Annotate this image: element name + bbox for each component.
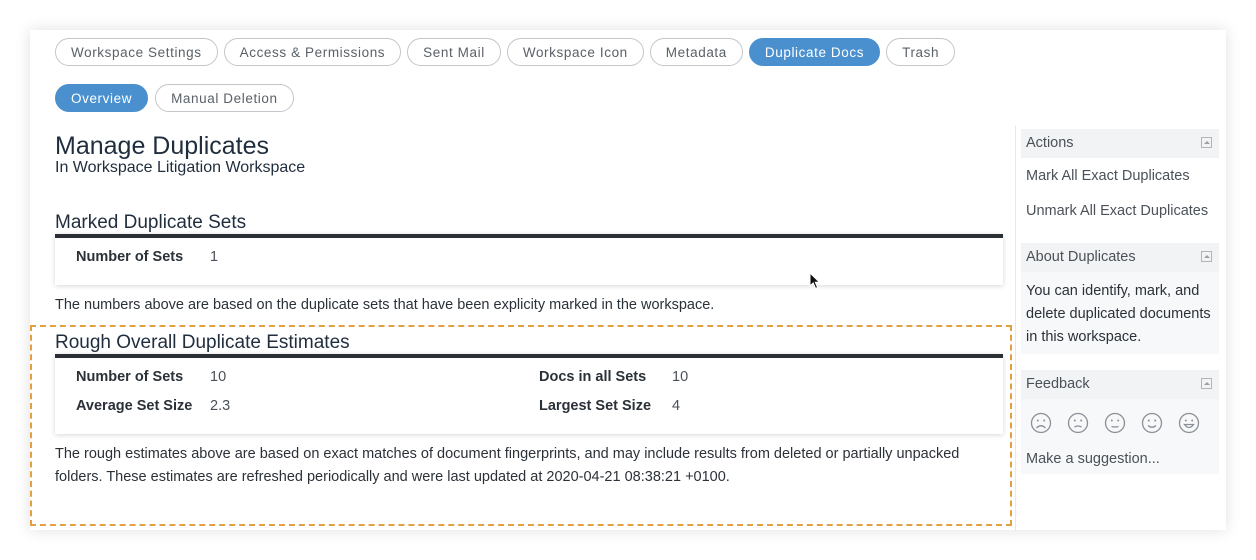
stat-label: Docs in all Sets [539, 369, 647, 385]
stat-value: 2.3 [210, 398, 231, 414]
stat-label: Average Set Size [76, 398, 193, 414]
stat-value: 1 [210, 249, 219, 265]
rough-number-of-sets: Number of Sets 10 [76, 369, 226, 385]
rough-docs-in-all-sets: Docs in all Sets 10 [539, 369, 688, 385]
stat-value: 10 [672, 369, 689, 385]
very-happy-face-icon[interactable] [1178, 412, 1200, 434]
stat-label: Number of Sets [76, 369, 184, 385]
about-panel-header[interactable]: About Duplicates [1021, 243, 1219, 272]
rough-average-set-size: Average Set Size 2.3 [76, 398, 230, 414]
about-duplicates-text: You can identify, mark, and delete dupli… [1026, 283, 1211, 345]
rough-estimates-note: The rough estimates above are based on e… [55, 446, 960, 485]
subtab-overview[interactable]: Overview [55, 84, 149, 112]
tab-access-permissions[interactable]: Access & Permissions [223, 38, 402, 66]
actions-panel-header[interactable]: Actions [1021, 129, 1219, 158]
stat-value: 4 [672, 398, 681, 414]
marked-sets-stats: Number of Sets 1 [55, 234, 1003, 285]
settings-tabs: Workspace Settings Access & Permissions … [55, 38, 956, 66]
subtab-manual-deletion[interactable]: Manual Deletion [155, 84, 294, 112]
tab-metadata[interactable]: Metadata [649, 38, 743, 66]
mouse-cursor-icon [809, 272, 821, 290]
feedback-faces [1030, 412, 1200, 434]
marked-number-of-sets: Number of Sets 1 [76, 249, 218, 265]
mark-all-exact-duplicates-link[interactable]: Mark All Exact Duplicates [1026, 168, 1190, 184]
duplicate-subtabs: Overview Manual Deletion [55, 84, 294, 112]
collapse-icon[interactable] [1201, 378, 1212, 389]
stat-label: Largest Set Size [539, 398, 652, 414]
stat-value: 10 [210, 369, 227, 385]
tab-workspace-icon[interactable]: Workspace Icon [506, 38, 644, 66]
unmark-all-exact-duplicates-link[interactable]: Unmark All Exact Duplicates [1026, 203, 1208, 219]
feedback-panel-header[interactable]: Feedback [1021, 370, 1219, 399]
tab-sent-mail[interactable]: Sent Mail [407, 38, 501, 66]
very-sad-face-icon[interactable] [1030, 412, 1052, 434]
rough-largest-set-size: Largest Set Size 4 [539, 398, 680, 414]
tab-duplicate-docs[interactable]: Duplicate Docs [748, 38, 881, 66]
marked-sets-title: Marked Duplicate Sets [55, 212, 247, 233]
marked-sets-note: The numbers above are based on the dupli… [55, 297, 715, 313]
workspace-settings-card: Workspace Settings Access & Permissions … [30, 30, 1226, 530]
collapse-icon[interactable] [1201, 137, 1212, 148]
right-sidebar: Actions Mark All Exact Duplicates Unmark… [1015, 126, 1227, 530]
about-panel-title: About Duplicates [1026, 249, 1136, 265]
tab-trash[interactable]: Trash [886, 38, 956, 66]
make-suggestion-link[interactable]: Make a suggestion... [1026, 451, 1160, 467]
sad-face-icon[interactable] [1067, 412, 1089, 434]
stat-label: Number of Sets [76, 249, 184, 265]
neutral-face-icon[interactable] [1104, 412, 1126, 434]
collapse-icon[interactable] [1201, 251, 1212, 262]
rough-estimates-stats: Number of Sets 10 Docs in all Sets 10 Aver… [55, 354, 1003, 434]
tab-workspace-settings[interactable]: Workspace Settings [55, 38, 218, 66]
page-title: Manage Duplicates [55, 132, 270, 160]
feedback-panel-title: Feedback [1026, 376, 1090, 392]
happy-face-icon[interactable] [1141, 412, 1163, 434]
actions-panel-title: Actions [1026, 135, 1074, 151]
page-subtitle: In Workspace Litigation Workspace [55, 159, 306, 176]
rough-estimates-title: Rough Overall Duplicate Estimates [55, 332, 350, 353]
